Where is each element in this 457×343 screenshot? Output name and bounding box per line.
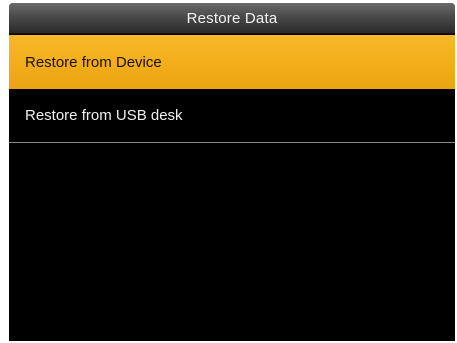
menu-item-restore-from-device[interactable]: Restore from Device <box>9 35 455 89</box>
restore-menu: Restore from Device Restore from USB des… <box>9 35 455 143</box>
menu-item-label: Restore from Device <box>25 53 162 71</box>
title-bar: Restore Data <box>9 3 455 34</box>
menu-item-restore-from-usb[interactable]: Restore from USB desk <box>9 89 455 143</box>
page-title: Restore Data <box>186 9 278 27</box>
menu-item-label: Restore from USB desk <box>25 107 183 124</box>
device-screen: Restore Data Restore from Device Restore… <box>9 3 455 341</box>
